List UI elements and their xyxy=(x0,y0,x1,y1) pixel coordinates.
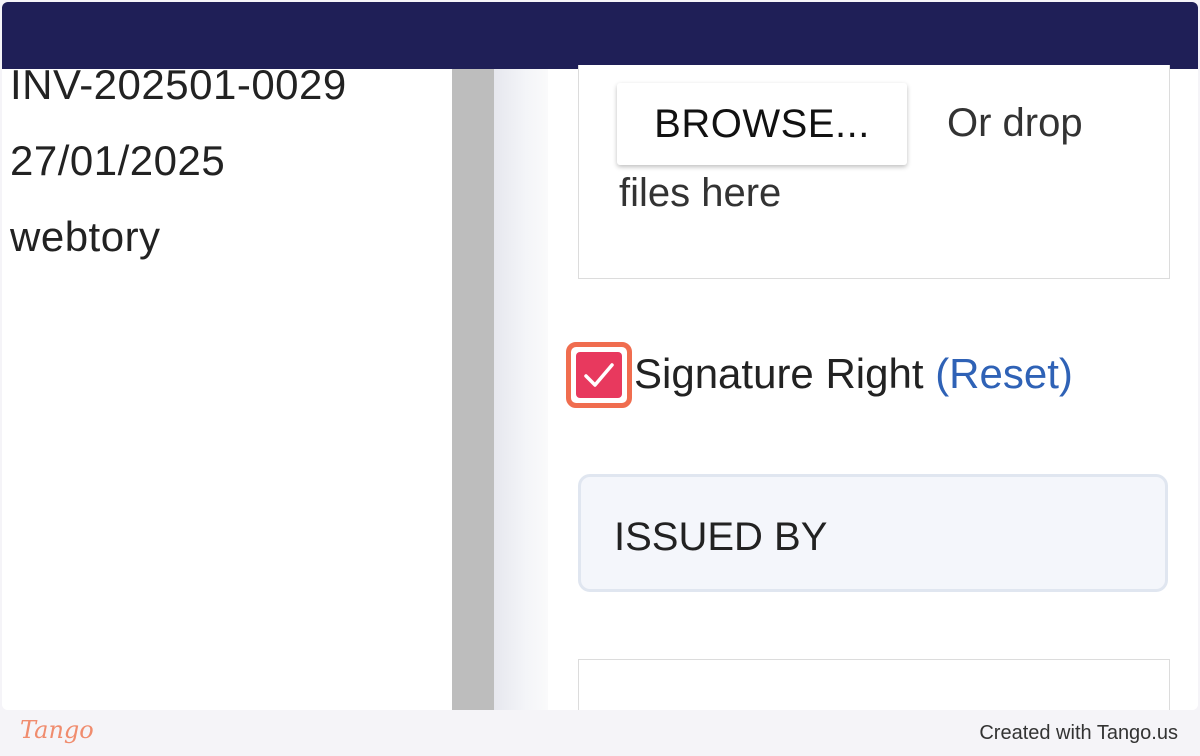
file-dropzone[interactable]: BROWSE... Or drop files here xyxy=(578,65,1170,279)
panel-scrollbar[interactable] xyxy=(452,69,494,710)
invoice-date: 27/01/2025 xyxy=(10,137,226,184)
next-section-box xyxy=(578,659,1170,710)
issued-by-label: ISSUED BY xyxy=(614,515,828,559)
top-navbar xyxy=(2,2,1198,69)
panel-gutter xyxy=(494,69,548,710)
drop-hint-line1: Or drop xyxy=(947,101,1083,145)
footer-bar: Tango Created with Tango.us xyxy=(0,710,1200,756)
issued-by-field[interactable]: ISSUED BY xyxy=(578,474,1168,592)
signature-right-row: Signature Right (Reset) xyxy=(566,342,1186,412)
invoice-number: INV-202501-0029 xyxy=(10,61,347,108)
signature-right-label: Signature Right (Reset) xyxy=(634,350,1073,398)
tango-logo: Tango xyxy=(20,716,94,744)
customer-name: webtory xyxy=(10,213,161,260)
signature-label-text: Signature Right xyxy=(634,350,924,397)
check-icon xyxy=(584,363,614,387)
app-window: INV-202501-0029 27/01/2025 webtory BROWS… xyxy=(2,2,1198,710)
tango-credit: Created with Tango.us xyxy=(979,722,1178,744)
settings-panel: BROWSE... Or drop files here Signature R… xyxy=(548,65,1198,710)
drop-hint-line2: files here xyxy=(619,171,782,215)
reset-link[interactable]: (Reset) xyxy=(935,350,1073,397)
invoice-summary-panel: INV-202501-0029 27/01/2025 webtory xyxy=(2,61,452,710)
signature-right-checkbox[interactable] xyxy=(576,352,622,398)
browse-button[interactable]: BROWSE... xyxy=(617,83,907,165)
